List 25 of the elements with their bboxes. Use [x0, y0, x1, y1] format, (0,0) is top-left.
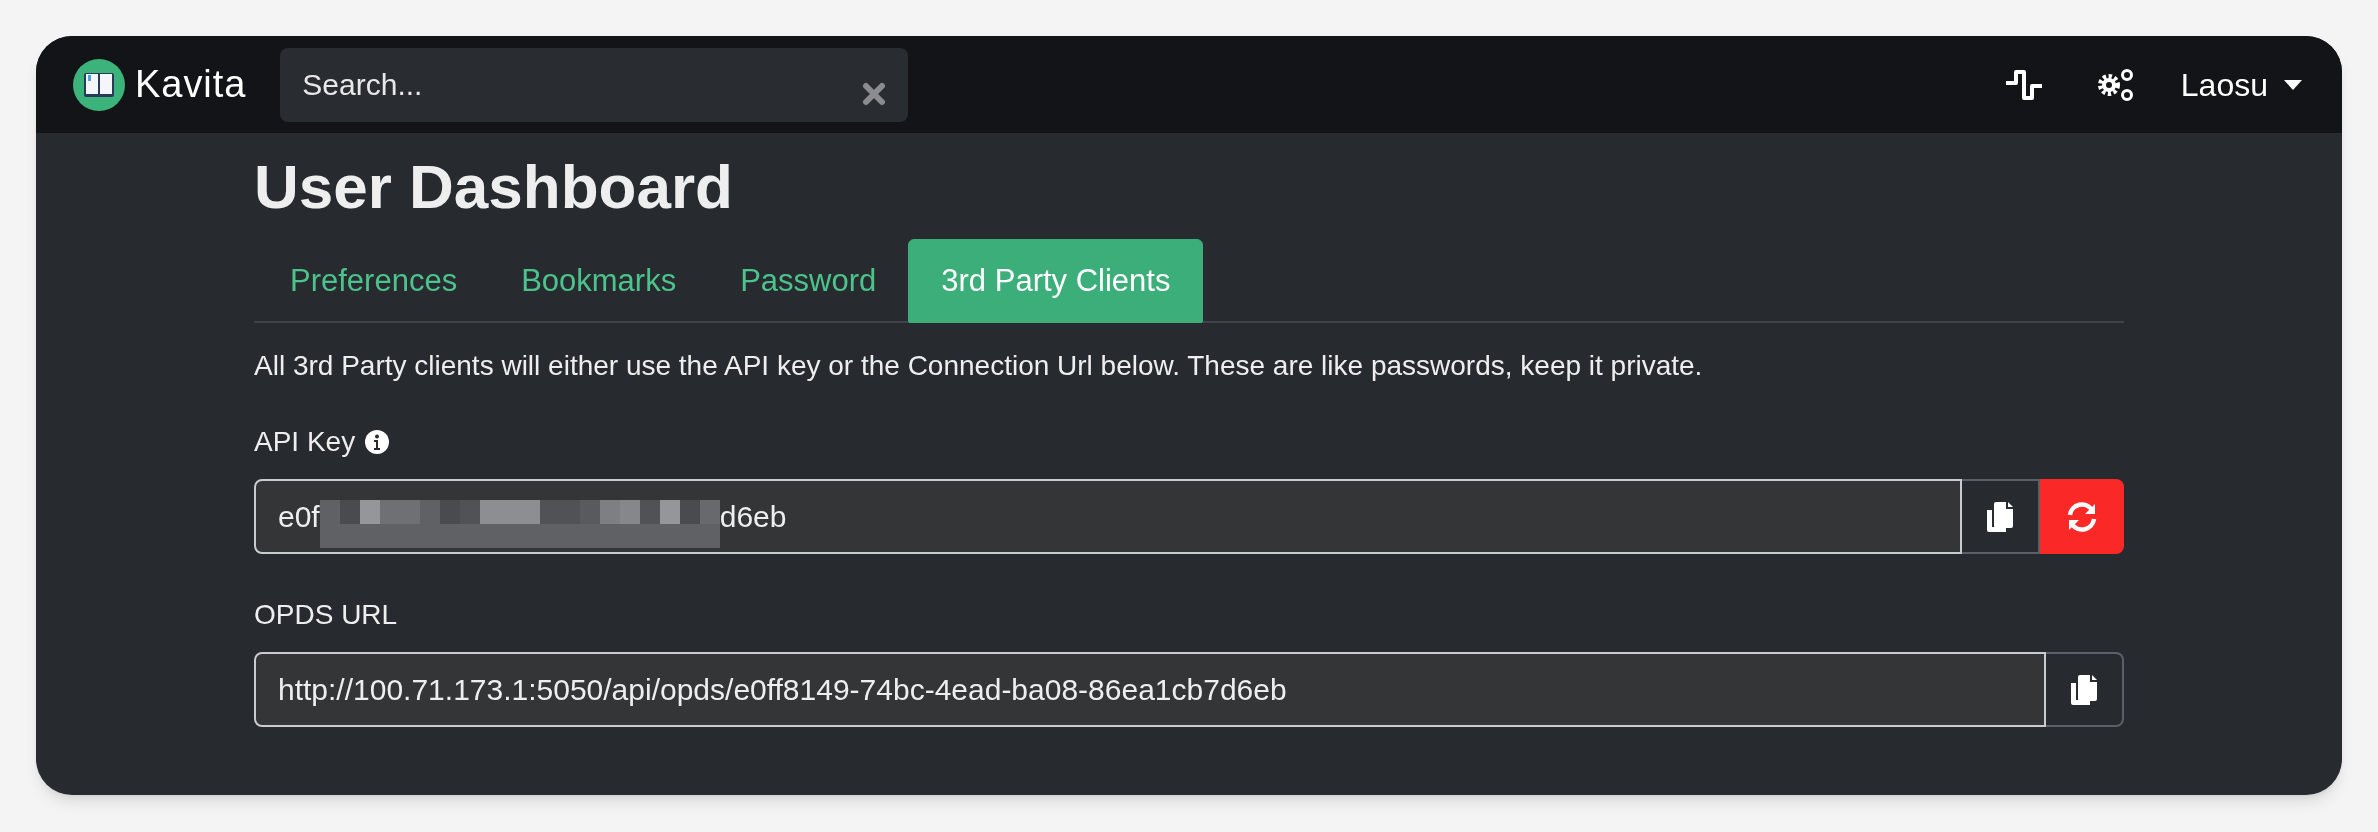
info-icon[interactable]: [365, 430, 390, 454]
copy-button[interactable]: [2046, 652, 2124, 727]
copy-icon: [1987, 501, 2013, 532]
refresh-icon: [2066, 501, 2098, 532]
brand-name[interactable]: Kavita: [135, 56, 247, 113]
clear-icon[interactable]: [862, 81, 887, 106]
copy-button[interactable]: [1962, 479, 2040, 554]
copy-icon: [2071, 674, 2097, 705]
reset-button[interactable]: [2040, 479, 2124, 554]
api-key-start: e0f: [278, 499, 320, 535]
search-field[interactable]: Search...: [280, 47, 909, 122]
tab[interactable]: Bookmarks: [489, 239, 709, 323]
user-menu[interactable]: Laosu: [2180, 60, 2302, 109]
tab[interactable]: Preferences: [258, 239, 490, 323]
api-key-end: d6eb: [719, 499, 787, 535]
field-label: OPDS URL: [254, 598, 399, 632]
tab[interactable]: Password: [708, 239, 909, 323]
description-text: All 3rd Party clients will either use the API key or the Connection Url below. These are like passwords, keep it private.: [254, 349, 1704, 383]
page-title: User Dashboard: [254, 151, 734, 223]
input-field[interactable]: e0f d6eb: [254, 479, 1962, 554]
input-field[interactable]: http://100.71.173.1:5050/api/opds/e0ff8149-74bc-4ead-ba08-86ea1cb7d6eb: [254, 652, 2046, 727]
caret-icon: [2284, 79, 2302, 90]
activity-icon[interactable]: [2003, 68, 2044, 101]
field-label: API Key: [254, 425, 356, 459]
logo-icon: [73, 58, 125, 111]
